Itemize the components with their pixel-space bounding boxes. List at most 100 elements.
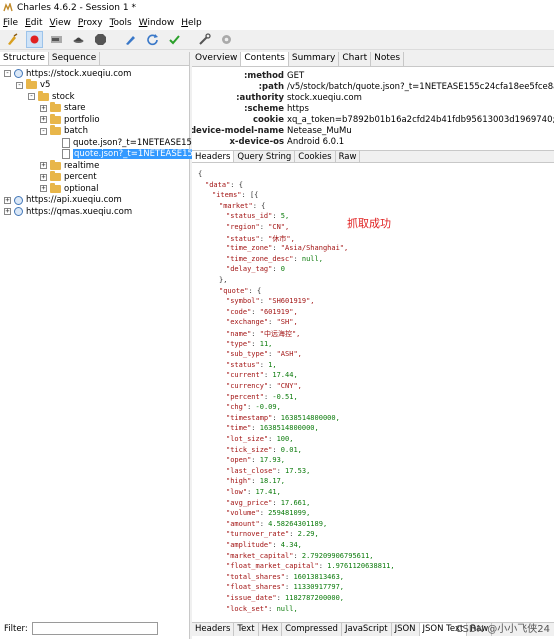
tab-sequence[interactable]: Sequence bbox=[49, 52, 101, 65]
json-line: { bbox=[198, 170, 203, 178]
tree-node[interactable]: + portfolio bbox=[40, 113, 100, 125]
stop-hexagon-icon[interactable] bbox=[92, 31, 109, 48]
menu-accel: F bbox=[3, 18, 8, 28]
expand-icon[interactable]: + bbox=[40, 104, 47, 112]
json-line: "open": 17.93, bbox=[226, 456, 286, 465]
json-string: "ASH", bbox=[276, 350, 302, 359]
json-key: "status_id" bbox=[226, 212, 273, 221]
menu-item-proxy[interactable]: Proxy bbox=[78, 18, 103, 28]
json-key: "data" bbox=[205, 180, 231, 189]
json-key: "lot_size" bbox=[226, 435, 269, 443]
json-key: "low" bbox=[226, 488, 248, 496]
json-string: "CNY", bbox=[276, 382, 302, 390]
tree-node-label: https://api.xueqiu.com bbox=[26, 195, 122, 205]
broom-icon[interactable] bbox=[4, 31, 21, 48]
json-line: "timestamp": 1638514800000, bbox=[226, 413, 340, 422]
record-icon[interactable] bbox=[26, 31, 43, 48]
tree-node[interactable]: + optional bbox=[40, 182, 98, 194]
expand-icon[interactable]: + bbox=[40, 173, 47, 181]
json-line: "amount": 4.58264301189, bbox=[226, 519, 328, 528]
tree-node[interactable]: + https://api.xueqiu.com bbox=[4, 195, 122, 206]
tree-node[interactable]: + stare bbox=[40, 102, 86, 114]
expand-icon[interactable]: + bbox=[40, 162, 47, 169]
tab-javascript[interactable]: JavaScript bbox=[342, 623, 392, 636]
json-number: 17.44, bbox=[272, 371, 298, 380]
collapse-icon[interactable]: - bbox=[16, 81, 23, 89]
tab-headers[interactable]: Headers bbox=[192, 151, 235, 162]
json-line: "issue_date": 1182787200000, bbox=[226, 594, 345, 602]
json-line: "region": "CN", bbox=[226, 223, 290, 231]
tree-node[interactable]: - v5 bbox=[16, 79, 51, 91]
json-line: "tick_size": 0.01, bbox=[226, 445, 302, 454]
tab-overview[interactable]: Overview bbox=[192, 52, 242, 66]
collapse-icon[interactable]: - bbox=[28, 93, 35, 100]
menu-item-help[interactable]: Help bbox=[181, 18, 202, 28]
menu-item-view[interactable]: View bbox=[50, 18, 71, 28]
compose-pen-icon[interactable] bbox=[122, 31, 139, 48]
json-key: "quote" bbox=[219, 286, 249, 295]
tree-node[interactable]: - https://stock.xueqiu.com bbox=[4, 68, 131, 79]
json-key: "timestamp" bbox=[226, 413, 273, 422]
tree-node[interactable]: - batch bbox=[40, 125, 88, 137]
menu-item-tools[interactable]: Tools bbox=[110, 18, 132, 28]
menu-item-file[interactable]: File bbox=[3, 18, 18, 28]
tab-text[interactable]: Text bbox=[234, 623, 259, 636]
tab-contents[interactable]: Contents bbox=[241, 52, 289, 66]
tab-notes[interactable]: Notes bbox=[371, 52, 405, 66]
tab-hex[interactable]: Hex bbox=[259, 623, 283, 636]
folder-icon bbox=[50, 159, 61, 170]
expand-icon[interactable]: + bbox=[4, 208, 11, 215]
json-line: "high": 18.17, bbox=[226, 477, 286, 486]
tree-node[interactable]: quote.json?_t=1NETEASE155c2 bbox=[52, 137, 207, 148]
expand-icon[interactable]: + bbox=[40, 116, 47, 123]
tab-json[interactable]: JSON bbox=[392, 623, 420, 636]
json-number: 1.9761120638811, bbox=[327, 562, 395, 571]
response-json-view: {"data": {"items": [{"market": {"status_… bbox=[192, 170, 554, 620]
tools-icon[interactable] bbox=[196, 31, 213, 48]
tab-compressed[interactable]: Compressed bbox=[282, 623, 342, 636]
menu-item-window[interactable]: Window bbox=[139, 18, 175, 28]
json-key: "symbol" bbox=[226, 297, 260, 306]
json-line: "market": { bbox=[219, 201, 266, 210]
tab-structure[interactable]: Structure bbox=[0, 52, 49, 65]
json-number: 1638514800000, bbox=[259, 424, 319, 433]
tree-node[interactable]: + realtime bbox=[40, 159, 99, 171]
breakpoint-hat-icon[interactable] bbox=[70, 31, 87, 48]
settings-gear-icon[interactable] bbox=[218, 31, 235, 48]
filter-input[interactable] bbox=[31, 622, 158, 635]
json-key: "time" bbox=[226, 424, 252, 433]
header-value: xq_a_token=b7892b01b16a2cfd24b41fdb95613… bbox=[287, 115, 554, 125]
tab-query-string[interactable]: Query String bbox=[234, 151, 296, 162]
expand-icon[interactable]: + bbox=[40, 185, 47, 192]
json-number: 259481099, bbox=[268, 509, 311, 518]
collapse-icon[interactable]: - bbox=[40, 127, 47, 135]
json-string: "休市", bbox=[268, 234, 295, 243]
json-line: "float_market_capital": 1.9761120638811, bbox=[226, 562, 395, 571]
watermark: CSDN @小小飞侠24 bbox=[455, 624, 550, 635]
menu-item-edit[interactable]: Edit bbox=[25, 18, 42, 28]
folder-icon bbox=[26, 79, 37, 89]
tree-node[interactable]: - stock bbox=[28, 90, 75, 102]
tree-node[interactable]: quote.json?_t=1NETEASE155c2 bbox=[52, 149, 210, 160]
json-key: "chg" bbox=[226, 403, 248, 412]
json-key: "high" bbox=[226, 477, 252, 486]
json-line: "chg": -0.09, bbox=[226, 403, 281, 412]
json-key: "current" bbox=[226, 371, 264, 380]
collapse-icon[interactable]: - bbox=[4, 70, 11, 77]
tree-node-label: v5 bbox=[40, 80, 51, 90]
json-number: 4.34, bbox=[280, 541, 302, 549]
tree-node[interactable]: + https://qmas.xueqiu.com bbox=[4, 206, 132, 217]
tree-node-label: stock bbox=[52, 91, 75, 102]
tree-node[interactable]: + percent bbox=[40, 171, 97, 183]
tab-cookies[interactable]: Cookies bbox=[295, 151, 336, 162]
tab-chart[interactable]: Chart bbox=[339, 52, 372, 66]
tab-summary[interactable]: Summary bbox=[289, 52, 340, 66]
json-line: "amplitude": 4.34, bbox=[226, 541, 302, 549]
validate-check-icon[interactable] bbox=[166, 31, 183, 48]
expand-icon[interactable]: + bbox=[4, 196, 11, 204]
throttle-icon[interactable] bbox=[48, 31, 65, 48]
json-line: "exchange": "SH", bbox=[226, 318, 298, 327]
tab-headers[interactable]: Headers bbox=[192, 623, 235, 636]
refresh-icon[interactable] bbox=[144, 31, 161, 48]
tab-raw[interactable]: Raw bbox=[336, 151, 361, 162]
